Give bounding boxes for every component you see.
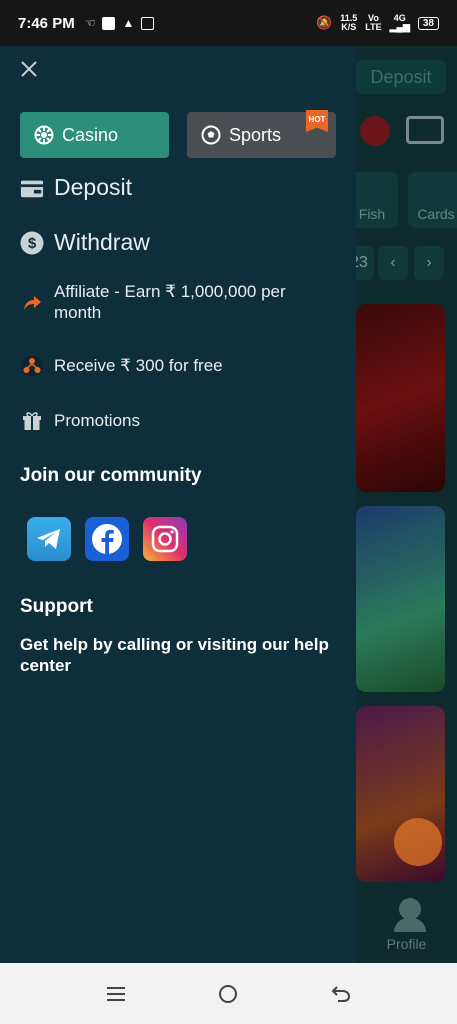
signal-indicator: 4G ▂▄▆ [389,13,410,32]
bg-profile-tab: Profile [356,892,457,963]
bg-tab-fish: Fish [356,172,398,228]
side-drawer: Casino Sports HOT Deposit $ Withdraw Aff… [0,46,356,963]
back-icon[interactable] [329,982,353,1006]
volte-indicator: Vo LTE [365,13,382,32]
hand-icon: ☜ [84,16,96,30]
menu-label-receive: Receive ₹ 300 for free [54,356,223,375]
status-right: 🔕 11.5 K/S Vo LTE 4G ▂▄▆ 38 [316,14,439,32]
menu-label-affiliate: Affiliate - Earn ₹ 1,000,000 per month [54,282,286,322]
svg-text:$: $ [28,235,37,252]
support-help-text[interactable]: Get help by calling or visiting our help… [20,634,340,676]
menu-item-deposit[interactable]: Deposit [20,174,132,201]
menu-label-withdraw: Withdraw [54,229,150,255]
casino-label: Casino [62,124,119,145]
bg-game-card [356,304,445,492]
football-icon [201,125,221,145]
mail-icon [406,116,444,144]
gift-box-icon [20,409,44,433]
network-speed: 11.5 K/S [340,13,358,32]
profile-icon [399,898,421,920]
close-icon[interactable] [18,58,40,80]
bg-deposit-button: Deposit [356,60,446,94]
chat-icon [394,818,442,866]
sports-button[interactable]: Sports HOT [187,110,336,158]
notification-icons: ☜ ▲ [85,16,155,30]
facebook-icon[interactable] [85,517,129,561]
community-title: Join our community [20,465,202,486]
dollar-coin-icon: $ [20,231,44,255]
bg-pager-number: 23 [356,246,374,280]
bg-pager-next: › [414,246,444,280]
square-icon [102,16,116,30]
bg-game-card [356,506,445,692]
bg-pager-prev: ‹ [378,246,408,280]
menu-item-affiliate[interactable]: Affiliate - Earn ₹ 1,000,000 per month [20,281,330,323]
menu-label-promotions: Promotions [54,411,140,430]
menu-item-promotions[interactable]: Promotions [20,409,140,433]
wallet-icon [20,176,44,200]
android-icon: ▲ [122,16,135,30]
hot-badge: HOT [306,110,328,132]
gallery-icon [141,16,155,30]
mute-icon: 🔕 [316,15,333,30]
status-time: 7:46 PM [18,14,75,32]
sports-label: Sports [229,124,282,145]
menu-item-receive[interactable]: Receive ₹ 300 for free [20,354,223,378]
system-nav-bar [0,963,457,1024]
menu-label-deposit: Deposit [54,174,132,200]
menu-icon[interactable] [104,982,128,1006]
background-app: Deposit Fish Cards 23 ‹ › Profile [356,46,457,963]
casino-button[interactable]: Casino [20,112,169,158]
home-icon[interactable] [216,982,240,1006]
gift-icon [360,116,390,146]
casino-chip-icon [34,125,54,145]
instagram-icon[interactable] [143,517,187,561]
menu-item-withdraw[interactable]: $ Withdraw [20,229,150,256]
battery-icon: 38 [417,16,439,30]
share-arrow-icon [20,291,44,315]
bg-tab-cards: Cards [408,172,457,228]
status-bar: 7:46 PM ☜ ▲ 🔕 11.5 K/S Vo LTE 4G ▂▄▆ 38 [0,0,457,46]
telegram-icon[interactable] [27,517,71,561]
referral-icon [20,354,44,378]
signal-icon: ▂▄▆ [389,22,410,32]
support-title: Support [20,596,93,617]
